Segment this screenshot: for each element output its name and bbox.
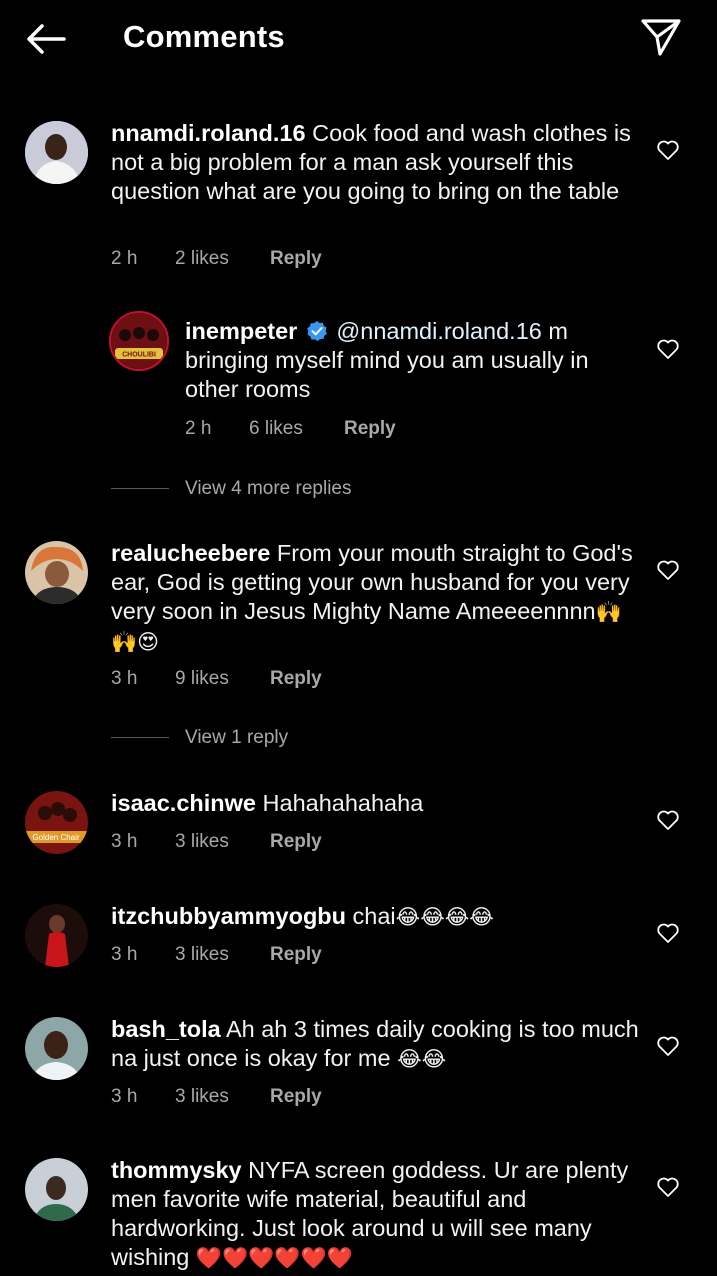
timestamp: 2 h bbox=[111, 248, 138, 269]
arrow-left-icon bbox=[27, 24, 66, 54]
comment-text: nnamdi.roland.16 Cook food and wash clot… bbox=[111, 120, 631, 204]
avatar[interactable] bbox=[25, 904, 88, 967]
avatar[interactable] bbox=[25, 541, 88, 604]
avatar[interactable] bbox=[25, 1017, 88, 1080]
username[interactable]: realucheebere bbox=[111, 540, 270, 566]
heart-icon[interactable] bbox=[656, 809, 680, 831]
comment-text: isaac.chinwe Hahahahahaha bbox=[111, 790, 424, 816]
heart-icon[interactable] bbox=[656, 1035, 680, 1057]
avatar[interactable]: CHOULIBI bbox=[109, 311, 169, 371]
avatar[interactable]: Golden Chair bbox=[25, 791, 88, 854]
comment-text: bash_tola Ah ah 3 times daily cooking is… bbox=[111, 1016, 639, 1071]
avatar[interactable] bbox=[25, 1158, 88, 1221]
avatar-logo-text: CHOULIBI bbox=[122, 352, 156, 359]
timestamp: 3 h bbox=[111, 1086, 138, 1107]
username[interactable]: itzchubbyammyogbu bbox=[111, 903, 346, 929]
emoji: 😂😂😂😂 bbox=[395, 905, 494, 929]
likes-count[interactable]: 3 likes bbox=[175, 944, 229, 966]
view-replies-button[interactable]: View 1 reply bbox=[185, 727, 288, 749]
username[interactable]: inempeter bbox=[185, 318, 297, 344]
comment-text: itzchubbyammyogbu chai😂😂😂😂 bbox=[111, 903, 494, 929]
page-title: Comments bbox=[123, 19, 285, 54]
avatar[interactable] bbox=[25, 121, 88, 184]
share-button[interactable] bbox=[638, 14, 684, 60]
timestamp: 2 h bbox=[185, 418, 212, 439]
heart-icon[interactable] bbox=[656, 139, 680, 161]
comment-text: realucheebere From your mouth straight t… bbox=[111, 540, 633, 654]
reply-button[interactable]: Reply bbox=[270, 668, 322, 690]
view-replies-button[interactable]: View 4 more replies bbox=[185, 478, 352, 500]
mention-link[interactable]: @nnamdi.roland.16 bbox=[336, 318, 541, 344]
heart-icon[interactable] bbox=[656, 338, 680, 360]
username[interactable]: nnamdi.roland.16 bbox=[111, 120, 306, 146]
username[interactable]: thommysky bbox=[111, 1157, 242, 1183]
likes-count[interactable]: 3 likes bbox=[175, 1086, 229, 1108]
timestamp: 3 h bbox=[111, 944, 138, 965]
comment-text: thommysky NYFA screen goddess. Ur are pl… bbox=[111, 1157, 629, 1270]
reply-button[interactable]: Reply bbox=[270, 1086, 322, 1108]
heart-icon[interactable] bbox=[656, 922, 680, 944]
back-button[interactable] bbox=[22, 18, 68, 60]
avatar-logo-text: Golden Chair bbox=[32, 833, 79, 842]
divider bbox=[111, 737, 169, 738]
username[interactable]: isaac.chinwe bbox=[111, 790, 256, 816]
timestamp: 3 h bbox=[111, 831, 138, 852]
paper-plane-icon bbox=[641, 19, 681, 56]
likes-count[interactable]: 2 likes bbox=[175, 248, 229, 270]
reply-button[interactable]: Reply bbox=[270, 831, 322, 853]
likes-count[interactable]: 9 likes bbox=[175, 668, 229, 690]
divider bbox=[111, 488, 169, 489]
reply-button[interactable]: Reply bbox=[270, 248, 322, 270]
reply-button[interactable]: Reply bbox=[344, 418, 396, 440]
verified-badge-icon bbox=[307, 321, 327, 341]
username[interactable]: bash_tola bbox=[111, 1016, 221, 1042]
emoji: ❤️❤️❤️❤️❤️❤️ bbox=[195, 1246, 353, 1270]
emoji: 😂😂 bbox=[397, 1047, 447, 1071]
header: Comments bbox=[0, 0, 717, 78]
comment-text: inempeter @nnamdi.roland.16 m bringing m… bbox=[185, 318, 589, 402]
heart-icon[interactable] bbox=[656, 559, 680, 581]
likes-count[interactable]: 6 likes bbox=[249, 418, 303, 440]
likes-count[interactable]: 3 likes bbox=[175, 831, 229, 853]
heart-icon[interactable] bbox=[656, 1176, 680, 1198]
reply-button[interactable]: Reply bbox=[270, 944, 322, 966]
timestamp: 3 h bbox=[111, 668, 138, 689]
